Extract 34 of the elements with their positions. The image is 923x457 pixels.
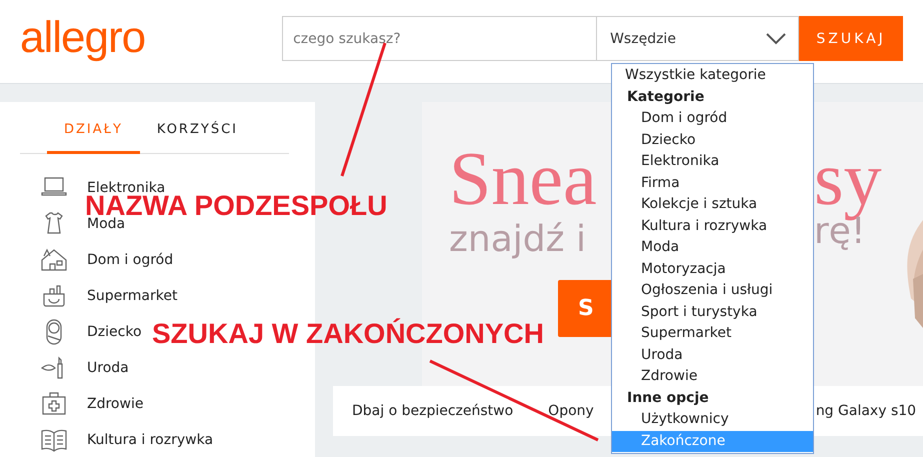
quick-link[interactable]: ng Galaxy s10 (816, 403, 916, 419)
category-link[interactable]: Zdrowie (87, 396, 144, 412)
search-field[interactable]: czego szukasz? (282, 16, 596, 61)
dropdown-option[interactable]: Motoryzacja (612, 258, 813, 280)
scope-select[interactable]: Wszędzie (596, 16, 800, 61)
annotation-label: SZUKAJ W ZAKOŃCZONYCH (152, 318, 544, 350)
dropdown-group-label: Inne opcje (626, 388, 710, 408)
dropdown-option[interactable]: Zdrowie (612, 366, 813, 388)
dropdown-option[interactable]: Kultura i rozrywka (612, 216, 813, 237)
dropdown-option[interactable]: Wszystkie kategorie (612, 65, 813, 86)
dropdown-option[interactable]: Kolekcje i sztuka (612, 194, 813, 216)
dropdown-option[interactable]: Moda (612, 237, 813, 258)
dropdown-option[interactable]: Elektronika (612, 151, 813, 172)
dropdown-option[interactable]: Ogłoszenia i usługi (612, 280, 813, 302)
banner-headline: Snea (449, 136, 597, 222)
dropdown-option[interactable]: Dom i ogród (612, 108, 813, 130)
chevron-down-icon (766, 32, 786, 44)
dropdown-option[interactable]: Użytkownicy (612, 409, 813, 430)
dropdown-option[interactable]: Sport i turystyka (612, 302, 813, 323)
banner-subline: znajdź i (449, 219, 586, 260)
category-link[interactable]: Uroda (87, 360, 129, 376)
sidebar-tab[interactable]: KORZYŚCI (140, 102, 255, 154)
dropdown-group-label: Kategorie (626, 88, 706, 106)
category-link[interactable]: Dom i ogród (87, 252, 174, 268)
category-link[interactable]: Dziecko (87, 324, 142, 340)
category-link[interactable]: Supermarket (87, 288, 178, 304)
quick-link[interactable]: Dbaj o bezpieczeństwo (352, 403, 514, 419)
category-link[interactable]: Elektronika (87, 180, 166, 196)
dropdown-option[interactable]: Dziecko (612, 130, 813, 151)
dropdown-option[interactable]: Firma (612, 172, 813, 194)
quick-link[interactable]: Opony (548, 403, 594, 419)
dropdown-option[interactable]: Supermarket (612, 323, 813, 344)
dropdown-option[interactable]: Uroda (612, 344, 813, 366)
category-link[interactable]: Kultura i rozrywka (87, 432, 214, 448)
